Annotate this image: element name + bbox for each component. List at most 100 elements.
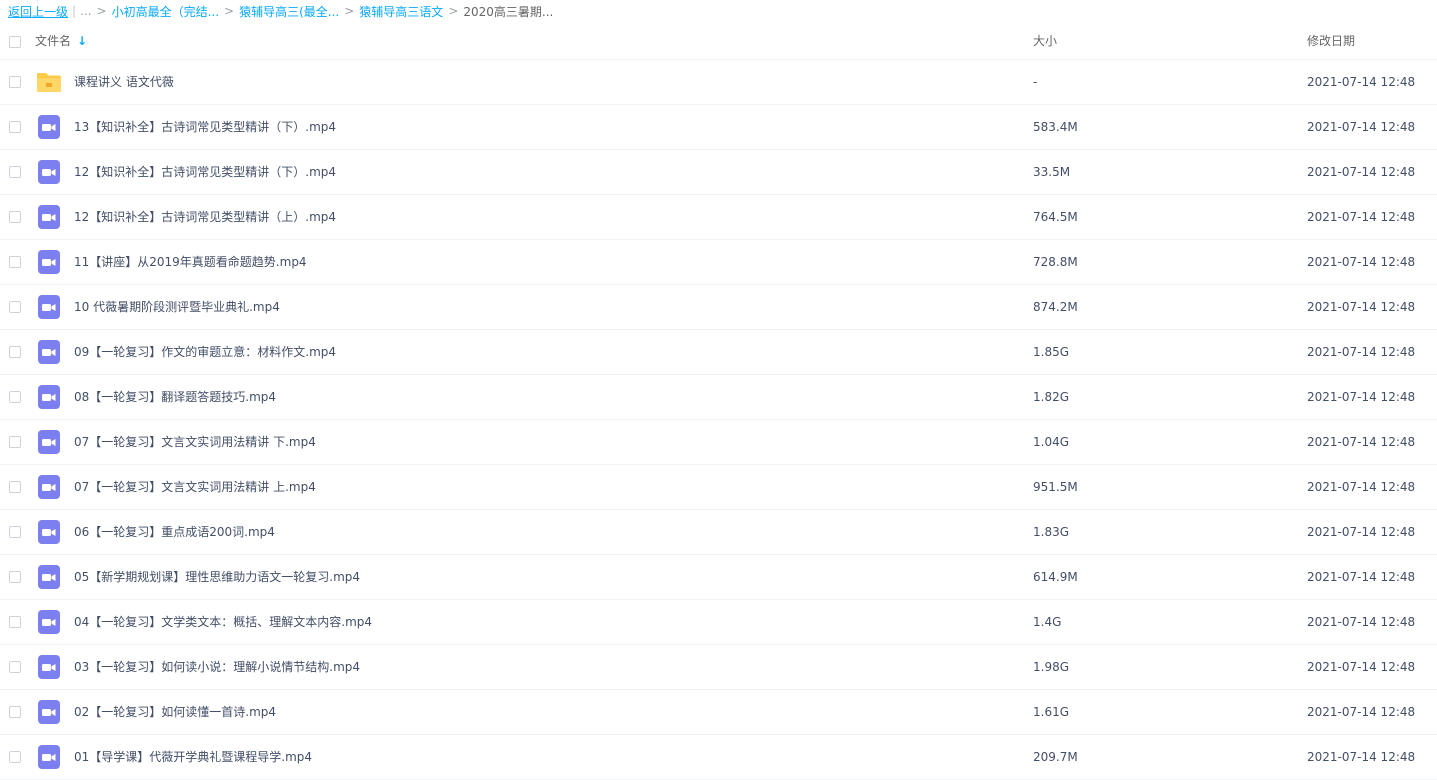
file-size: 1.83G bbox=[1033, 525, 1070, 539]
row-checkbox[interactable] bbox=[9, 256, 21, 268]
row-checkbox[interactable] bbox=[9, 121, 21, 133]
file-row[interactable]: 06【一轮复习】重点成语200词.mp4 1.83G 2021-07-14 12:4… bbox=[0, 510, 1437, 555]
column-header-size[interactable]: 大小 bbox=[1033, 22, 1057, 60]
file-size: 951.5M bbox=[1033, 480, 1078, 494]
video-file-icon bbox=[36, 294, 62, 320]
file-date: 2021-07-14 12:48 bbox=[1307, 255, 1416, 269]
file-name[interactable]: 12【知识补全】古诗词常见类型精讲（下）.mp4 bbox=[74, 150, 336, 194]
file-name[interactable]: 10 代薇暑期阶段测评暨毕业典礼.mp4 bbox=[74, 285, 280, 329]
select-all-checkbox[interactable] bbox=[9, 36, 21, 48]
file-name[interactable]: 07【一轮复习】文言文实词用法精讲 上.mp4 bbox=[74, 465, 316, 509]
file-row[interactable]: 02【一轮复习】如何读懂一首诗.mp4 1.61G 2021-07-14 12:48 bbox=[0, 690, 1437, 735]
video-file-icon bbox=[36, 519, 62, 545]
file-size: - bbox=[1033, 75, 1038, 89]
file-row[interactable]: 03【一轮复习】如何读小说：理解小说情节结构.mp4 1.98G 2021-07-1… bbox=[0, 645, 1437, 690]
file-date: 2021-07-14 12:48 bbox=[1307, 390, 1416, 404]
file-name[interactable]: 13【知识补全】古诗词常见类型精讲（下）.mp4 bbox=[74, 105, 336, 149]
breadcrumb-separator: > bbox=[96, 4, 107, 18]
video-file-icon bbox=[36, 204, 62, 230]
file-size: 874.2M bbox=[1033, 300, 1078, 314]
row-checkbox[interactable] bbox=[9, 751, 21, 763]
file-name[interactable]: 02【一轮复习】如何读懂一首诗.mp4 bbox=[74, 690, 276, 734]
file-date: 2021-07-14 12:48 bbox=[1307, 660, 1416, 674]
column-header-name[interactable]: 文件名 ↓ bbox=[35, 22, 87, 60]
file-size: 764.5M bbox=[1033, 210, 1078, 224]
row-checkbox[interactable] bbox=[9, 661, 21, 673]
file-name[interactable]: 12【知识补全】古诗词常见类型精讲（上）.mp4 bbox=[74, 195, 336, 239]
breadcrumb-separator: > bbox=[224, 4, 235, 18]
list-header: 文件名 ↓ 大小 修改日期 bbox=[0, 22, 1437, 60]
row-checkbox[interactable] bbox=[9, 436, 21, 448]
row-checkbox[interactable] bbox=[9, 301, 21, 313]
row-checkbox[interactable] bbox=[9, 76, 21, 88]
file-row[interactable]: 课程讲义 语文代薇 - 2021-07-14 12:48 bbox=[0, 60, 1437, 105]
row-checkbox[interactable] bbox=[9, 526, 21, 538]
file-name[interactable]: 08【一轮复习】翻译题答题技巧.mp4 bbox=[74, 375, 276, 419]
file-size: 1.61G bbox=[1033, 705, 1070, 719]
row-checkbox[interactable] bbox=[9, 391, 21, 403]
breadcrumb-separator: > bbox=[344, 4, 355, 18]
file-name[interactable]: 07【一轮复习】文言文实词用法精讲 下.mp4 bbox=[74, 420, 316, 464]
breadcrumb-link-1[interactable]: 小初高最全（完结... bbox=[112, 3, 219, 20]
file-name[interactable]: 06【一轮复习】重点成语200词.mp4 bbox=[74, 510, 275, 554]
file-row[interactable]: 12【知识补全】古诗词常见类型精讲（下）.mp4 33.5M 2021-07-14 … bbox=[0, 150, 1437, 195]
file-row[interactable]: 08【一轮复习】翻译题答题技巧.mp4 1.82G 2021-07-14 12:48 bbox=[0, 375, 1437, 420]
row-checkbox[interactable] bbox=[9, 616, 21, 628]
file-size: 1.85G bbox=[1033, 345, 1070, 359]
file-date: 2021-07-14 12:48 bbox=[1307, 165, 1416, 179]
sort-down-icon[interactable]: ↓ bbox=[77, 34, 87, 48]
file-name[interactable]: 01【导学课】代薇开学典礼暨课程导学.mp4 bbox=[74, 735, 312, 779]
column-header-date[interactable]: 修改日期 bbox=[1307, 22, 1355, 60]
breadcrumb-ellipsis[interactable]: ... bbox=[80, 4, 91, 18]
file-size: 1.98G bbox=[1033, 660, 1070, 674]
row-checkbox[interactable] bbox=[9, 706, 21, 718]
file-size: 33.5M bbox=[1033, 165, 1071, 179]
row-checkbox[interactable] bbox=[9, 346, 21, 358]
file-date: 2021-07-14 12:48 bbox=[1307, 480, 1416, 494]
file-name[interactable]: 04【一轮复习】文学类文本：概括、理解文本内容.mp4 bbox=[74, 600, 372, 644]
video-file-icon bbox=[36, 654, 62, 680]
file-name[interactable]: 03【一轮复习】如何读小说：理解小说情节结构.mp4 bbox=[74, 645, 360, 689]
breadcrumb-link-2[interactable]: 猿辅导高三(最全... bbox=[239, 3, 339, 20]
file-row[interactable]: 01【导学课】代薇开学典礼暨课程导学.mp4 209.7M 2021-07-14 1… bbox=[0, 735, 1437, 780]
video-file-icon bbox=[36, 609, 62, 635]
video-file-icon bbox=[36, 699, 62, 725]
file-size: 728.8M bbox=[1033, 255, 1078, 269]
file-row[interactable]: 07【一轮复习】文言文实词用法精讲 上.mp4 951.5M 2021-07-14 … bbox=[0, 465, 1437, 510]
video-file-icon bbox=[36, 339, 62, 365]
video-file-icon bbox=[36, 744, 62, 770]
column-header-name-label: 文件名 bbox=[35, 34, 72, 48]
breadcrumb-divider: | bbox=[72, 4, 77, 18]
file-date: 2021-07-14 12:48 bbox=[1307, 120, 1416, 134]
row-checkbox[interactable] bbox=[9, 211, 21, 223]
file-name[interactable]: 05【新学期规划课】理性思维助力语文一轮复习.mp4 bbox=[74, 555, 360, 599]
back-link[interactable]: 返回上一级 bbox=[8, 3, 68, 20]
file-date: 2021-07-14 12:48 bbox=[1307, 705, 1416, 719]
file-date: 2021-07-14 12:48 bbox=[1307, 750, 1416, 764]
file-row[interactable]: 05【新学期规划课】理性思维助力语文一轮复习.mp4 614.9M 2021-07-… bbox=[0, 555, 1437, 600]
row-checkbox[interactable] bbox=[9, 166, 21, 178]
row-checkbox[interactable] bbox=[9, 571, 21, 583]
file-row[interactable]: 13【知识补全】古诗词常见类型精讲（下）.mp4 583.4M 2021-07-14… bbox=[0, 105, 1437, 150]
file-date: 2021-07-14 12:48 bbox=[1307, 210, 1416, 224]
row-checkbox[interactable] bbox=[9, 481, 21, 493]
file-name[interactable]: 课程讲义 语文代薇 bbox=[74, 60, 174, 104]
file-row[interactable]: 04【一轮复习】文学类文本：概括、理解文本内容.mp4 1.4G 2021-07-1… bbox=[0, 600, 1437, 645]
file-size: 1.04G bbox=[1033, 435, 1070, 449]
video-file-icon bbox=[36, 384, 62, 410]
file-date: 2021-07-14 12:48 bbox=[1307, 525, 1416, 539]
file-row[interactable]: 10 代薇暑期阶段测评暨毕业典礼.mp4 874.2M 2021-07-14 12:… bbox=[0, 285, 1437, 330]
file-size: 583.4M bbox=[1033, 120, 1078, 134]
breadcrumb-separator: > bbox=[448, 4, 459, 18]
file-name[interactable]: 11【讲座】从2019年真题看命题趋势.mp4 bbox=[74, 240, 307, 284]
file-row[interactable]: 11【讲座】从2019年真题看命题趋势.mp4 728.8M 2021-07-14 … bbox=[0, 240, 1437, 285]
file-name[interactable]: 09【一轮复习】作文的审题立意：材料作文.mp4 bbox=[74, 330, 336, 374]
file-row[interactable]: 12【知识补全】古诗词常见类型精讲（上）.mp4 764.5M 2021-07-14… bbox=[0, 195, 1437, 240]
file-row[interactable]: 09【一轮复习】作文的审题立意：材料作文.mp4 1.85G 2021-07-14 … bbox=[0, 330, 1437, 375]
file-date: 2021-07-14 12:48 bbox=[1307, 615, 1416, 629]
file-date: 2021-07-14 12:48 bbox=[1307, 75, 1416, 89]
breadcrumb-link-3[interactable]: 猿辅导高三语文 bbox=[359, 3, 443, 20]
file-list: 文件名 ↓ 大小 修改日期 课程讲义 语文代薇 -2021-07-14 12:48 1… bbox=[0, 22, 1437, 780]
video-file-icon bbox=[36, 249, 62, 275]
file-row[interactable]: 07【一轮复习】文言文实词用法精讲 下.mp4 1.04G 2021-07-14 1… bbox=[0, 420, 1437, 465]
